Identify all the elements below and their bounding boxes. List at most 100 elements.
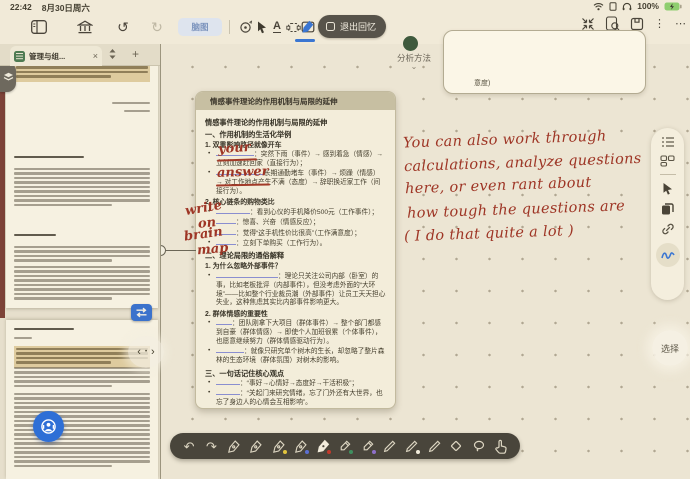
library-icon[interactable] — [74, 16, 96, 38]
note-line: ：就像只研究单个树木的生长，却忽略了整片森林的生态环境（群体氛围）对树木的影响。 — [205, 347, 386, 366]
tablet-icon — [609, 2, 617, 11]
note-line: 2. 群体情感的重要性 — [205, 310, 386, 319]
note-line: ：“关起门来研究情绪，忘了门外还有大世界，也忘了身边人的心情会互相影响”。 — [205, 389, 386, 408]
more-horizontal-icon[interactable]: ⋯ — [675, 19, 686, 29]
green-marker-dot — [403, 36, 418, 51]
pdf-text-block — [14, 337, 150, 341]
card-layout-icon[interactable] — [660, 155, 675, 167]
page-navigation[interactable]: ‹ • › — [128, 336, 164, 368]
note-line: 情感事件理论的作用机制与局限的延伸 — [205, 118, 386, 128]
panel-divider — [660, 174, 676, 175]
tool-color-dot — [283, 450, 287, 454]
more-vertical-icon[interactable]: ⋮ — [654, 19, 665, 29]
document-tab[interactable]: 管理与组... × — [10, 46, 102, 66]
scribble-icon[interactable] — [656, 243, 680, 267]
handwritten-line: You can also work through — [403, 128, 607, 151]
note-line: ：理论只关注公司内部（卧室）的事，比如老板批评（内部事件），但没考虑外面的“大环… — [205, 272, 386, 308]
handwritten-line: ( I do that quite a lot ) — [404, 223, 574, 245]
fill-blank — [216, 379, 240, 385]
pdf-text-block — [14, 110, 150, 114]
note-line: ：立刻下单购买（工作行为）。 — [205, 239, 386, 249]
handwritten-line: calculations, analyze questions — [404, 151, 642, 175]
tool-color-dot — [349, 450, 353, 454]
assistant-button[interactable] — [33, 411, 64, 442]
layers-tab[interactable] — [0, 62, 16, 92]
fountain-pen-1[interactable] — [225, 437, 242, 455]
active-tool-underline — [295, 39, 315, 42]
headphones-icon — [622, 2, 632, 11]
link-connector-line — [163, 250, 196, 251]
mindmap-button[interactable]: 脑图 — [178, 18, 222, 36]
note-line: 2. 核心链条的购物类比 — [205, 198, 386, 207]
fill-blank — [216, 319, 232, 325]
fountain-pen-blue[interactable] — [292, 437, 309, 455]
prev-page-icon[interactable]: ‹ — [137, 346, 141, 358]
exit-recall-button[interactable]: 退出回忆 — [318, 15, 386, 38]
battery-charging-icon — [664, 2, 682, 11]
pdf-text-block — [14, 266, 150, 302]
pdf-text-block — [14, 328, 150, 332]
fountain-pen-yellow[interactable] — [270, 437, 287, 455]
pdf-text-block — [14, 234, 150, 238]
status-bar: 22:42 8月30日周六 100% — [0, 0, 690, 13]
tool-color-dot — [372, 450, 376, 454]
close-icon[interactable]: × — [93, 51, 98, 61]
doc-search-icon[interactable] — [605, 16, 620, 31]
pointer-icon[interactable] — [661, 182, 674, 195]
battery-percent: 100% — [637, 1, 659, 11]
copy-icon[interactable] — [661, 202, 674, 215]
partial-card-text: 意度) — [474, 78, 490, 88]
link-icon[interactable] — [661, 222, 675, 236]
undo-icon[interactable]: ↺ — [112, 16, 134, 38]
tab-bar: 管理与组... × + — [0, 44, 160, 66]
outline-list-icon[interactable] — [661, 136, 675, 148]
pdf-text-block — [14, 156, 150, 160]
marker-purple[interactable] — [359, 437, 376, 455]
document-icon — [14, 51, 25, 62]
pdf-page-1[interactable] — [6, 56, 158, 308]
note-line: ：“事好→心情好→态度好→干活积极”； — [205, 379, 386, 389]
wifi-icon — [593, 2, 604, 11]
pdf-text-block — [14, 246, 150, 264]
fountain-pen-active[interactable] — [314, 437, 331, 455]
tab-sort-icon[interactable] — [108, 48, 117, 60]
undo-button[interactable]: ↶ — [181, 437, 198, 455]
analysis-method-label[interactable]: 分析方法 ⌄ — [397, 52, 431, 70]
partial-note-card[interactable]: 意度) — [443, 30, 646, 94]
next-page-icon[interactable]: › — [151, 346, 155, 358]
note-line: 1. 为什么忽略外部事件？ — [205, 262, 386, 271]
fill-blank — [216, 218, 236, 224]
pencil-2[interactable] — [426, 437, 443, 455]
note-line: ：惊喜、兴奋（情感反应）； — [205, 218, 386, 228]
lasso-tool[interactable] — [470, 437, 487, 455]
eraser-tool[interactable] — [448, 437, 465, 455]
pen-tool-active-icon[interactable] — [296, 15, 318, 37]
fountain-pen-2[interactable] — [247, 437, 264, 455]
pan-tool[interactable] — [492, 437, 509, 455]
fill-blank — [216, 347, 244, 353]
select-button[interactable]: 选择 — [652, 330, 688, 366]
right-tool-panel — [651, 128, 684, 300]
pencil-white[interactable] — [403, 437, 420, 455]
pdf-text-block — [14, 367, 150, 389]
chevron-down-icon: ⌄ — [397, 64, 431, 70]
note-canvas[interactable]: 意度) 分析方法 ⌄ 情感事件理论的作用机制与局限的延伸 情感事件理论的作用机制… — [161, 44, 690, 479]
handwritten-answer: answer — [217, 164, 269, 181]
pencil-1[interactable] — [381, 437, 398, 455]
collapse-icon[interactable] — [581, 17, 595, 31]
pdf-text-block — [14, 102, 150, 106]
sidebar-toggle-icon[interactable] — [28, 16, 50, 38]
fill-blank — [216, 389, 240, 395]
note-line: ：看到心仪的手机降价500元（工作事件）； — [205, 208, 386, 218]
save-card-icon[interactable] — [630, 17, 644, 31]
fill-blank — [216, 272, 278, 278]
document-spine — [0, 56, 5, 318]
note-card-header[interactable]: 情感事件理论的作用机制与局限的延伸 — [196, 92, 395, 110]
handwritten-line: here, or even rant about — [405, 175, 592, 198]
redo-icon[interactable]: ↻ — [146, 16, 168, 38]
swap-direction-button[interactable] — [131, 304, 152, 321]
redo-button[interactable]: ↷ — [203, 437, 220, 455]
marker-green[interactable] — [336, 437, 353, 455]
new-tab-icon[interactable]: + — [132, 47, 139, 61]
recall-card-icon — [326, 22, 335, 31]
